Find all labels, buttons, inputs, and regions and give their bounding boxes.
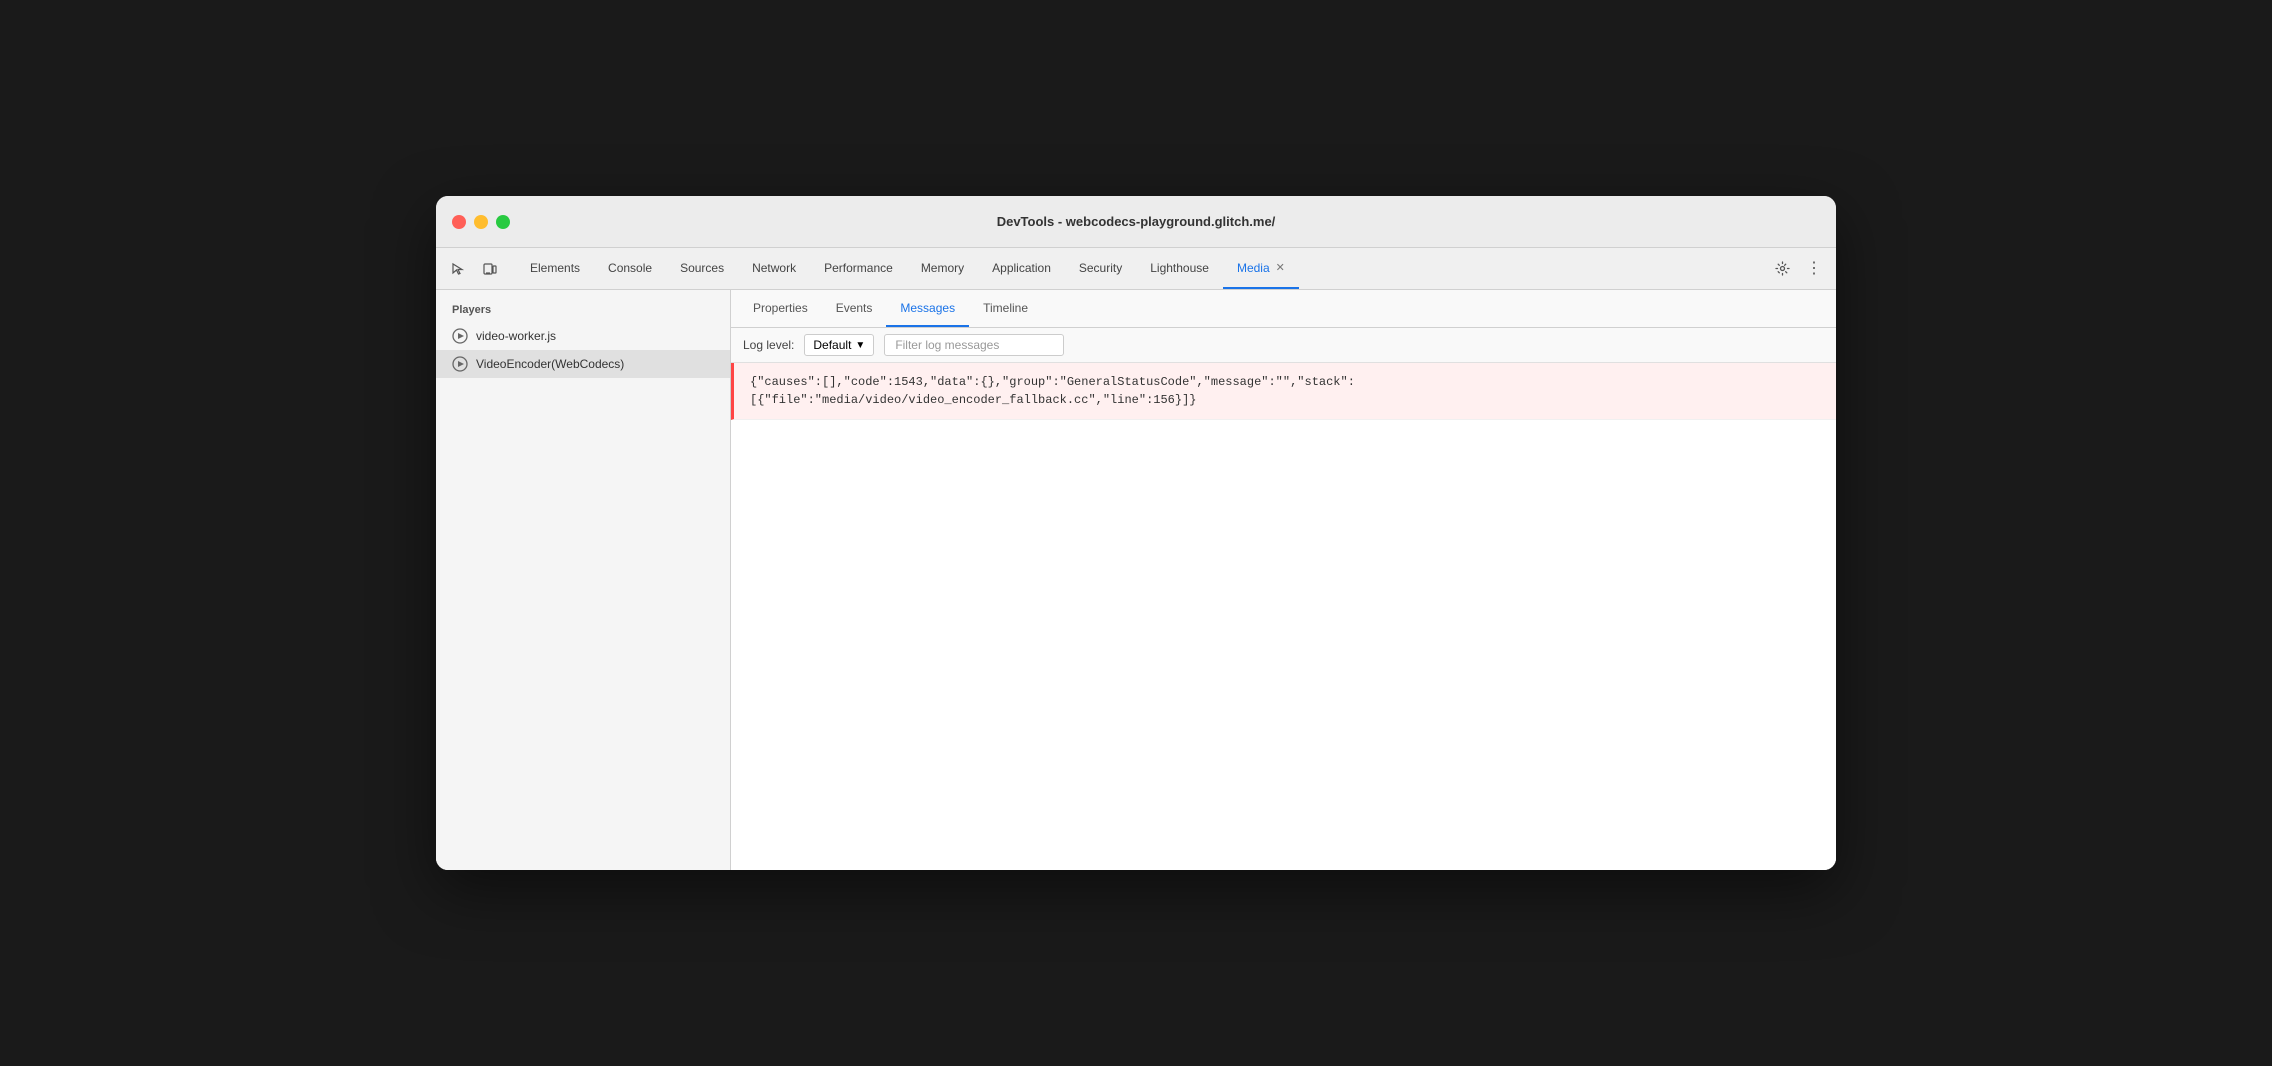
- tab-application[interactable]: Application: [978, 248, 1065, 289]
- cursor-icon-button[interactable]: [444, 255, 472, 283]
- tab-network[interactable]: Network: [738, 248, 810, 289]
- sidebar: Players video-worker.js: [436, 290, 731, 870]
- filter-placeholder: Filter log messages: [895, 338, 999, 352]
- tab-console[interactable]: Console: [594, 248, 666, 289]
- settings-button[interactable]: [1768, 255, 1796, 283]
- nav-tabs: Elements Console Sources Network Perform…: [516, 248, 1768, 289]
- device-icon-button[interactable]: [476, 255, 504, 283]
- player-item-video-worker[interactable]: video-worker.js: [436, 322, 730, 350]
- tab-performance[interactable]: Performance: [810, 248, 907, 289]
- devtools-toolbar: Elements Console Sources Network Perform…: [436, 248, 1836, 290]
- window-title: DevTools - webcodecs-playground.glitch.m…: [997, 214, 1276, 229]
- log-area: {"causes":[],"code":1543,"data":{},"grou…: [731, 363, 1836, 870]
- subtab-messages[interactable]: Messages: [886, 290, 969, 327]
- log-level-value: Default: [813, 338, 851, 352]
- title-bar: DevTools - webcodecs-playground.glitch.m…: [436, 196, 1836, 248]
- player-item-video-encoder[interactable]: VideoEncoder(WebCodecs): [436, 350, 730, 378]
- subtab-timeline[interactable]: Timeline: [969, 290, 1042, 327]
- play-icon-2: [452, 356, 468, 372]
- log-entry-0: {"causes":[],"code":1543,"data":{},"grou…: [731, 363, 1836, 420]
- filter-input[interactable]: Filter log messages: [884, 334, 1064, 356]
- play-icon: [452, 328, 468, 344]
- tab-close-icon[interactable]: ✕: [1276, 261, 1285, 274]
- tab-sources[interactable]: Sources: [666, 248, 738, 289]
- sidebar-header: Players: [436, 298, 730, 322]
- log-level-select[interactable]: Default ▼: [804, 334, 874, 356]
- tab-elements[interactable]: Elements: [516, 248, 594, 289]
- tab-security[interactable]: Security: [1065, 248, 1136, 289]
- subtab-properties[interactable]: Properties: [739, 290, 822, 327]
- chevron-down-icon: ▼: [855, 340, 865, 351]
- devtools-body: Players video-worker.js: [436, 290, 1836, 870]
- toolbar-icons: [444, 255, 504, 283]
- devtools-window: DevTools - webcodecs-playground.glitch.m…: [436, 196, 1836, 870]
- tab-media[interactable]: Media ✕: [1223, 248, 1299, 289]
- sub-tabs: Properties Events Messages Timeline: [731, 290, 1836, 328]
- log-level-label: Log level:: [743, 338, 794, 352]
- tab-memory[interactable]: Memory: [907, 248, 978, 289]
- window-controls: [452, 215, 510, 229]
- close-button[interactable]: [452, 215, 466, 229]
- player-label-video-worker: video-worker.js: [476, 329, 556, 343]
- tab-lighthouse[interactable]: Lighthouse: [1136, 248, 1223, 289]
- toolbar-right: ⋮: [1768, 255, 1828, 283]
- maximize-button[interactable]: [496, 215, 510, 229]
- player-label-video-encoder: VideoEncoder(WebCodecs): [476, 357, 624, 371]
- minimize-button[interactable]: [474, 215, 488, 229]
- log-toolbar: Log level: Default ▼ Filter log messages: [731, 328, 1836, 363]
- right-panel: Properties Events Messages Timeline Log …: [731, 290, 1836, 870]
- subtab-events[interactable]: Events: [822, 290, 887, 327]
- more-options-button[interactable]: ⋮: [1800, 255, 1828, 283]
- dots-icon: ⋮: [1806, 261, 1822, 277]
- log-entry-text-0: {"causes":[],"code":1543,"data":{},"grou…: [750, 375, 1355, 407]
